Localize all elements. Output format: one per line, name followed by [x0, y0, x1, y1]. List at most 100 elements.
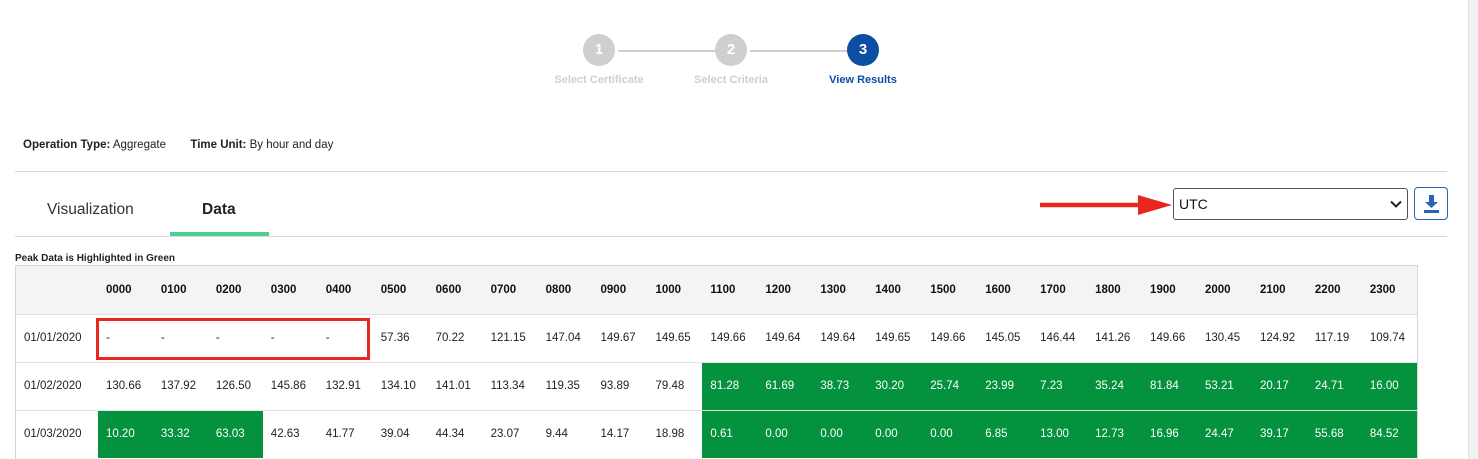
hour-column-header: 1600 — [977, 266, 1033, 314]
hour-column-header: 0100 — [152, 266, 208, 314]
table-cell: 0.00 — [757, 409, 813, 458]
step-select-certificate[interactable]: 1 Select Certificate — [544, 34, 654, 86]
page: 1 Select Certificate 2 Select Criteria 3… — [0, 0, 1478, 459]
table-cell: 0.00 — [812, 409, 868, 458]
step-view-results[interactable]: 3 View Results — [808, 34, 918, 86]
hour-column-header: 1300 — [812, 266, 868, 314]
table-cell: 121.15 — [482, 313, 538, 362]
table-cell: 147.04 — [537, 313, 593, 362]
hour-column-header: 2000 — [1197, 266, 1252, 314]
download-button[interactable] — [1414, 187, 1448, 220]
table-row: 01/02/2020 130.66 137.92 126.50 145.86 132.91… — [16, 361, 1417, 410]
table-cell: 18.98 — [647, 409, 703, 458]
table-cell: 24.47 — [1197, 409, 1252, 458]
annotation-arrow — [1040, 195, 1172, 215]
results-table: 0000 0100 0200 0300 0400 0500 0600 0700 0800 0900… — [15, 265, 1418, 459]
hour-column-header: 1900 — [1142, 266, 1197, 314]
header-row: 0000 0100 0200 0300 0400 0500 0600 0700 0800 0900… — [16, 266, 1417, 314]
table-cell: 149.66 — [1142, 313, 1197, 362]
peak-note: Peak Data is Highlighted in Green — [15, 253, 176, 264]
table-cell: 0.00 — [922, 409, 978, 458]
tab-data[interactable]: Data — [202, 201, 236, 219]
hour-column-header: 0600 — [427, 266, 483, 314]
date-column-header — [16, 266, 98, 314]
chevron-down-icon — [1390, 200, 1402, 208]
download-icon — [1424, 195, 1439, 213]
table-cell: 81.84 — [1142, 361, 1197, 410]
table-cell: 141.26 — [1087, 313, 1143, 362]
table-cell: 137.92 — [152, 361, 208, 410]
hour-column-header: 1400 — [867, 266, 923, 314]
row-date: 01/03/2020 — [16, 409, 98, 458]
time-unit-value: By hour and day — [249, 139, 334, 151]
query-summary: Operation Type: Aggregate Time Unit: By … — [23, 139, 333, 151]
timezone-select[interactable]: UTC — [1173, 188, 1408, 220]
table-cell: 113.34 — [482, 361, 538, 410]
hour-column-header: 1200 — [757, 266, 813, 314]
hour-column-header: 0400 — [317, 266, 373, 314]
table-cell: 12.73 — [1087, 409, 1143, 458]
hour-column-header: 0700 — [482, 266, 538, 314]
timezone-select-value: UTC — [1179, 196, 1208, 212]
hour-column-header: 0200 — [207, 266, 263, 314]
table-cell: 9.44 — [537, 409, 593, 458]
table-cell: 53.21 — [1197, 361, 1252, 410]
table-cell: 149.65 — [867, 313, 923, 362]
operation-type-value: Aggregate — [112, 139, 166, 151]
table-row: 01/03/2020 10.20 33.32 63.03 42.63 41.77 39.04… — [16, 409, 1417, 458]
hour-column-header: 2200 — [1306, 266, 1362, 314]
hour-column-header: 2100 — [1251, 266, 1307, 314]
table-cell: 81.28 — [702, 361, 758, 410]
table-cell: 35.24 — [1087, 361, 1143, 410]
step-number: 3 — [847, 34, 879, 66]
table-cell: 126.50 — [207, 361, 263, 410]
table-cell: 132.91 — [317, 361, 373, 410]
table-cell: 130.66 — [97, 361, 153, 410]
divider — [15, 171, 1447, 172]
table-cell: 39.04 — [372, 409, 428, 458]
table-cell: 20.17 — [1251, 361, 1307, 410]
table-cell: 33.32 — [152, 409, 208, 458]
table-cell: 41.77 — [317, 409, 373, 458]
table-cell: 23.07 — [482, 409, 538, 458]
tab-visualization[interactable]: Visualization — [47, 201, 134, 219]
step-number: 2 — [715, 34, 747, 66]
step-select-criteria[interactable]: 2 Select Criteria — [676, 34, 786, 86]
table-cell: 117.19 — [1306, 313, 1362, 362]
operation-type-label: Operation Type: — [23, 139, 111, 151]
table-cell: 124.92 — [1251, 313, 1307, 362]
table-cell: 44.34 — [427, 409, 483, 458]
table-cell: 84.52 — [1361, 409, 1417, 458]
annotation-highlight-box — [96, 318, 370, 360]
table-cell: 149.65 — [647, 313, 703, 362]
vertical-scrollbar[interactable] — [1468, 0, 1478, 459]
table-cell: 79.48 — [647, 361, 703, 410]
table-cell: 42.63 — [262, 409, 318, 458]
table-cell: 6.85 — [977, 409, 1033, 458]
table-cell: 16.96 — [1142, 409, 1197, 458]
table-cell: 145.05 — [977, 313, 1033, 362]
table-cell: 23.99 — [977, 361, 1033, 410]
hour-column-header: 1000 — [647, 266, 703, 314]
step-number: 1 — [583, 34, 615, 66]
tabs-divider — [15, 236, 1447, 237]
table-cell: 0.00 — [867, 409, 923, 458]
table-cell: 149.66 — [922, 313, 978, 362]
table-cell: 119.35 — [537, 361, 593, 410]
hour-column-header: 0800 — [537, 266, 593, 314]
table-cell: 141.01 — [427, 361, 483, 410]
progress-stepper: 1 Select Certificate 2 Select Criteria 3… — [548, 34, 908, 94]
row-date: 01/01/2020 — [16, 313, 98, 362]
table-cell: 145.86 — [262, 361, 318, 410]
table-cell: 7.23 — [1032, 361, 1088, 410]
step-label: Select Certificate — [554, 74, 644, 86]
table-cell: 39.17 — [1251, 409, 1307, 458]
table-cell: 61.69 — [757, 361, 813, 410]
table-cell: 146.44 — [1032, 313, 1088, 362]
hour-column-header: 0900 — [592, 266, 648, 314]
table-cell: 70.22 — [427, 313, 483, 362]
table-cell: 149.64 — [812, 313, 868, 362]
table-cell: 57.36 — [372, 313, 428, 362]
table-cell: 63.03 — [207, 409, 263, 458]
hour-column-header: 1100 — [702, 266, 758, 314]
